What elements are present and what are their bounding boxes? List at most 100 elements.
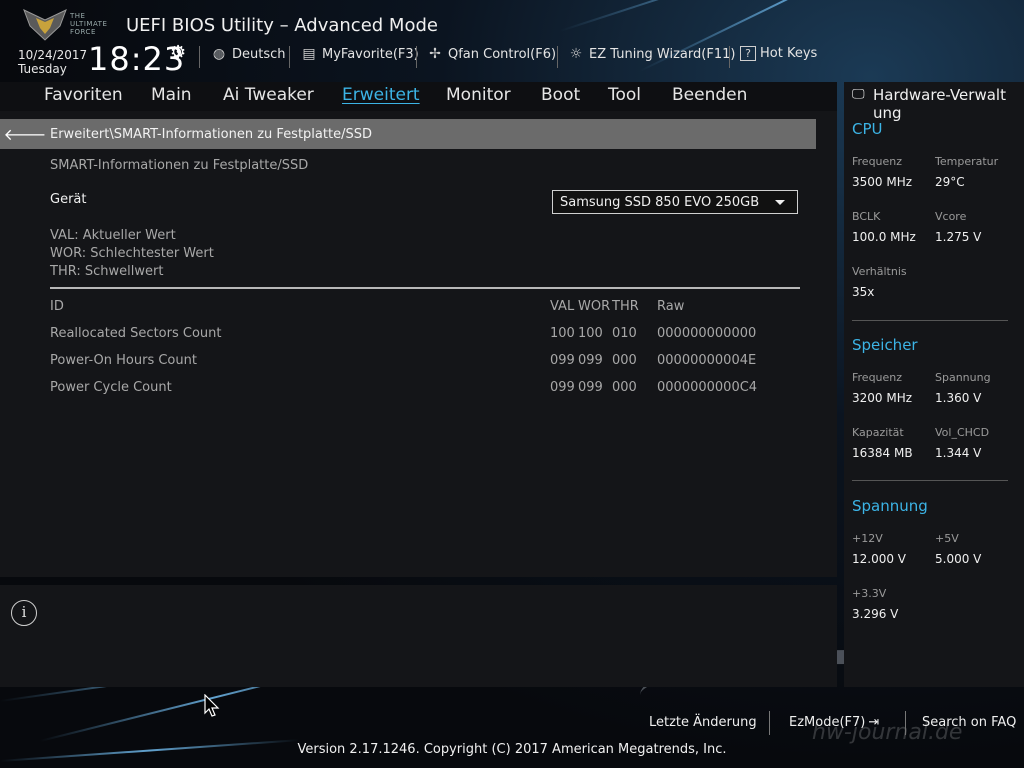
date: 10/24/2017 [18, 48, 88, 62]
device-dropdown-value: Samsung SSD 850 EVO 250GB [560, 194, 760, 210]
tab-boot[interactable]: Boot [541, 85, 580, 105]
hw-value: 3500 MHz [852, 175, 913, 189]
cell-val: 099 [550, 380, 575, 395]
header-val: VAL [550, 299, 575, 314]
gear-icon[interactable]: ⚙ [170, 42, 186, 63]
cell-thr: 010 [612, 326, 637, 341]
hw-label: Spannung [935, 371, 991, 384]
hardware-monitor-title: 🖵 Hardware-Verwaltung [852, 86, 1020, 122]
monitor-icon: 🖵 [852, 87, 865, 102]
cell-thr: 000 [612, 380, 637, 395]
hw-value: 100.0 MHz [852, 230, 916, 244]
cell-wor: 099 [578, 380, 603, 395]
hw-value: 5.000 V [935, 552, 982, 566]
legend-thr: THR: Schwellwert [50, 264, 164, 279]
tab-monitor[interactable]: Monitor [446, 85, 511, 105]
device-dropdown[interactable]: Samsung SSD 850 EVO 250GB [552, 190, 798, 214]
back-arrow-icon[interactable]: 🡐 [0, 124, 50, 144]
hw-value: 1.344 V [935, 446, 982, 460]
myfavorite-label: MyFavorite(F3) [322, 46, 419, 62]
last-change-button[interactable]: Letzte Änderung [649, 715, 757, 730]
header-separator [729, 46, 730, 68]
device-label: Gerät [50, 192, 87, 207]
menu-bar: Favoriten Main Ai Tweaker Erweitert Moni… [0, 82, 837, 111]
hw-value: 16384 MB [852, 446, 913, 460]
hw-value: 12.000 V [852, 552, 907, 566]
header-separator [557, 46, 558, 68]
tuf-shield-icon [23, 9, 67, 41]
table-header: ID VAL WOR THR Raw [50, 299, 800, 319]
cell-raw: 00000000004E [657, 353, 757, 368]
tab-favoriten[interactable]: Favoriten [44, 85, 123, 105]
qfan-label: Qfan Control(F6) [448, 46, 557, 62]
header-wor: WOR [578, 299, 611, 314]
cell-id: Reallocated Sectors Count [50, 326, 222, 341]
hot-keys-button[interactable]: ? Hot Keys [740, 46, 817, 61]
ezmode-label: EzMode(F7) [789, 715, 866, 730]
language-label: Deutsch [232, 46, 286, 62]
hw-label: Kapazität [852, 426, 904, 439]
footer-separator [769, 711, 770, 735]
hw-value: 1.275 V [935, 230, 982, 244]
hw-value: 3200 MHz [852, 391, 913, 405]
help-panel: i [0, 585, 837, 687]
footer-separator [905, 711, 906, 735]
ezmode-button[interactable]: EzMode(F7) ⇥ [789, 715, 879, 730]
section-title: SMART-Informationen zu Festplatte/SSD [50, 158, 309, 173]
breadcrumb: 🡐 Erweitert\SMART-Informationen zu Festp… [0, 119, 816, 149]
copyright: Version 2.17.1246. Copyright (C) 2017 Am… [297, 742, 727, 757]
hw-value: 35x [852, 285, 875, 299]
cell-val: 099 [550, 353, 575, 368]
qfan-control-button[interactable]: ✢ Qfan Control(F6) [426, 46, 556, 62]
hw-divider [852, 480, 1008, 481]
tab-tool[interactable]: Tool [608, 85, 641, 105]
hw-label: Vcore [935, 210, 967, 223]
weekday: Tuesday [18, 62, 67, 76]
question-icon: ? [740, 46, 756, 61]
search-faq-button[interactable]: Search on FAQ [922, 715, 1016, 730]
favorite-icon: ▤ [302, 46, 316, 62]
cell-id: Power-On Hours Count [50, 353, 197, 368]
language-button[interactable]: ◍ Deutsch [210, 46, 286, 62]
hw-divider [852, 320, 1008, 321]
main-panel: 🡐 Erweitert\SMART-Informationen zu Festp… [0, 111, 837, 577]
cell-wor: 099 [578, 353, 603, 368]
hw-section-memory: Speicher [852, 336, 918, 354]
info-icon: i [11, 600, 37, 626]
cell-wor: 100 [578, 326, 603, 341]
tab-ai-tweaker[interactable]: Ai Tweaker [223, 85, 314, 105]
cell-id: Power Cycle Count [50, 380, 172, 395]
hw-value: 3.296 V [852, 607, 899, 621]
header-separator [416, 46, 417, 68]
tuf-logo: THE ULTIMATE FORCE [18, 6, 114, 42]
chevron-down-icon [775, 200, 785, 205]
hw-label: Vol_CHCD [935, 426, 990, 439]
date-display: 10/24/2017 Tuesday [18, 48, 87, 76]
table-row[interactable]: Reallocated Sectors Count 100 100 010 00… [50, 326, 800, 346]
legend-val: VAL: Aktueller Wert [50, 228, 176, 243]
hardware-monitor-panel: 🖵 Hardware-Verwaltung CPU Frequenz 3500 … [844, 82, 1024, 687]
exit-icon: ⇥ [868, 715, 880, 730]
header-id: ID [50, 299, 64, 314]
hw-label: Frequenz [852, 371, 903, 384]
tab-erweitert[interactable]: Erweitert [342, 85, 420, 105]
hw-label: BCLK [852, 210, 881, 223]
cell-thr: 000 [612, 353, 637, 368]
globe-icon: ◍ [212, 46, 226, 62]
cell-raw: 0000000000C4 [657, 380, 758, 395]
hw-section-voltage: Spannung [852, 497, 928, 515]
ez-tuning-wizard-button[interactable]: ☼ EZ Tuning Wizard(F11) [567, 46, 736, 62]
header-raw: Raw [657, 299, 685, 314]
myfavorite-button[interactable]: ▤ MyFavorite(F3) [300, 46, 419, 62]
header-separator [289, 46, 290, 68]
tab-main[interactable]: Main [151, 85, 192, 105]
breadcrumb-path: Erweitert\SMART-Informationen zu Festpla… [50, 126, 372, 142]
table-row[interactable]: Power Cycle Count 099 099 000 0000000000… [50, 380, 800, 400]
table-row[interactable]: Power-On Hours Count 099 099 000 0000000… [50, 353, 800, 373]
mouse-cursor-icon [204, 694, 220, 717]
tab-beenden[interactable]: Beenden [672, 85, 747, 105]
legend-wor: WOR: Schlechtester Wert [50, 246, 214, 261]
cell-val: 100 [550, 326, 575, 341]
cell-raw: 000000000000 [657, 326, 757, 341]
ez-tuning-label: EZ Tuning Wizard(F11) [589, 46, 736, 62]
